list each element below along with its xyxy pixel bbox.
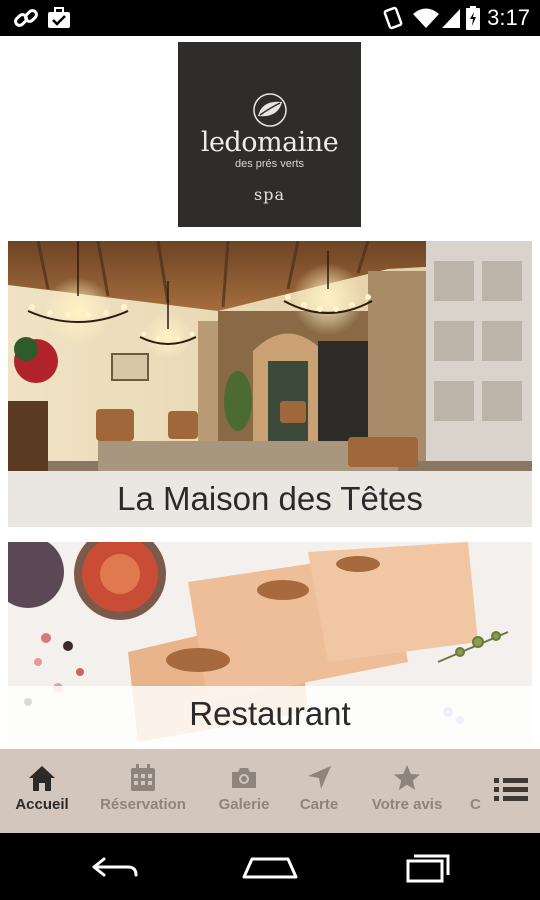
brand-logo: ledomaine des prés verts spa <box>178 42 361 227</box>
home-icon <box>27 763 57 793</box>
battery-icon <box>464 6 482 30</box>
status-time: 3:17 <box>487 5 530 30</box>
card-title: Restaurant <box>8 686 532 742</box>
back-icon[interactable] <box>84 851 144 883</box>
card-maison-des-tetes[interactable]: La Maison des Têtes <box>8 241 532 527</box>
tab-carte[interactable]: Carte <box>290 749 348 833</box>
tab-label: Accueil <box>15 796 69 813</box>
link-icon <box>12 6 40 30</box>
camera-icon <box>229 763 259 793</box>
logo-brand-text: ledomaine <box>200 127 339 158</box>
status-bar: 3:17 <box>0 0 540 36</box>
tab-accueil[interactable]: Accueil <box>6 749 78 833</box>
tab-reservation[interactable]: Réservation <box>92 749 194 833</box>
logo-subtitle: des prés verts <box>234 158 305 170</box>
system-nav-bar <box>0 833 540 900</box>
logo-spa: spa <box>254 185 285 204</box>
list-icon <box>494 775 528 810</box>
tab-label: Réservation <box>100 796 186 813</box>
tab-galerie[interactable]: Galerie <box>210 749 278 833</box>
card-title: La Maison des Têtes <box>8 471 532 527</box>
card-restaurant[interactable]: Restaurant <box>8 542 532 742</box>
location-arrow-icon <box>304 763 334 793</box>
briefcase-icon <box>46 6 72 30</box>
bottom-tab-bar: Accueil Réservation Galerie Carte Votre … <box>0 749 540 833</box>
home-icon[interactable] <box>240 851 300 883</box>
vibrate-icon <box>380 6 406 30</box>
star-icon <box>392 763 422 793</box>
recents-icon[interactable] <box>404 851 464 883</box>
tab-label: Galerie <box>218 796 270 813</box>
signal-icon <box>440 6 462 30</box>
wifi-icon <box>412 6 440 30</box>
more-tabs-button[interactable] <box>488 749 534 833</box>
tab-label: Votre avis <box>371 796 443 813</box>
calendar-icon <box>128 763 158 793</box>
tab-votre-avis[interactable]: Votre avis <box>362 749 452 833</box>
tab-label: Carte <box>299 796 339 813</box>
